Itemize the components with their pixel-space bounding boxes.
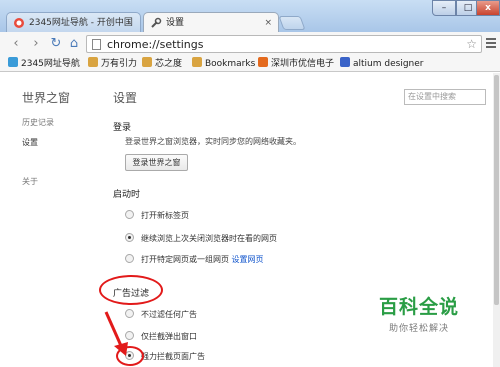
- url-text: chrome://settings: [107, 38, 204, 51]
- radio-button-checked[interactable]: [125, 233, 134, 242]
- toolbar: ‹ › ↻ ⌂ chrome://settings ☆: [0, 32, 500, 56]
- bookmark-item[interactable]: 万有引力: [88, 56, 137, 72]
- home-button[interactable]: ⌂: [66, 36, 82, 52]
- wrench-icon: [151, 17, 162, 28]
- bookmarks-bar: 2345网址导航 万有引力 芯之度 Bookmarks 深圳市优信电子 alti…: [0, 56, 500, 72]
- radio-button[interactable]: [125, 210, 134, 219]
- page-icon: [92, 39, 101, 50]
- sidebar-item-history[interactable]: 历史记录: [22, 117, 54, 128]
- startup-option-specific-pages[interactable]: 打开特定网页或一组网页 设置网页: [125, 254, 264, 266]
- reload-button[interactable]: ↻: [48, 36, 64, 52]
- watermark-main-text: 百科全说: [378, 296, 459, 318]
- startup-option-new-tab[interactable]: 打开新标签页: [125, 210, 189, 222]
- option-label: 仅拦截弹出窗口: [141, 332, 197, 341]
- bookmark-favicon-icon: [8, 57, 18, 67]
- close-window-button[interactable]: x: [476, 0, 500, 16]
- tab-2345-nav[interactable]: 2345网址导航 - 开创中国: [6, 12, 141, 32]
- startup-section-title: 启动时: [113, 190, 141, 200]
- bookmark-item[interactable]: altium designer: [340, 56, 423, 72]
- sidebar-title: 世界之窗: [22, 91, 71, 105]
- adblock-option-popups[interactable]: 仅拦截弹出窗口: [125, 331, 197, 343]
- close-tab-icon[interactable]: ×: [264, 13, 272, 32]
- new-tab-button[interactable]: [278, 16, 306, 30]
- annotation-ring-adblock: [99, 275, 163, 305]
- folder-icon: [142, 57, 152, 67]
- watermark-logo: 百科全说 助你轻松解决: [364, 292, 474, 334]
- annotation-arrow: [104, 311, 128, 356]
- bookmark-label: 芯之度: [155, 59, 183, 69]
- sidebar-item-settings[interactable]: 设置: [22, 137, 38, 148]
- bookmark-label: altium designer: [353, 59, 424, 69]
- bookmark-star-icon[interactable]: ☆: [466, 36, 477, 53]
- title-bar: 2345网址导航 - 开创中国 设置 × – □ x: [0, 0, 500, 32]
- bookmark-item[interactable]: 深圳市优信电子: [258, 56, 334, 72]
- option-label: 不过滤任何广告: [141, 310, 197, 319]
- option-label: 强力拦截页面广告: [141, 352, 205, 361]
- paw-icon: [340, 57, 350, 67]
- search-input[interactable]: 在设置中搜索: [404, 89, 486, 105]
- bookmark-label: 深圳市优信电子: [271, 59, 335, 69]
- option-label: 打开特定网页或一组网页: [141, 255, 229, 264]
- bookmark-label: 2345网址导航: [21, 59, 80, 69]
- scrollbar-thumb[interactable]: [494, 75, 499, 305]
- set-pages-link[interactable]: 设置网页: [232, 255, 264, 264]
- tab-label: 设置: [166, 18, 185, 28]
- folder-icon: [192, 57, 202, 67]
- bookmark-item[interactable]: 芯之度: [142, 56, 182, 72]
- tab-label: 2345网址导航 - 开创中国: [29, 18, 133, 28]
- address-bar[interactable]: chrome://settings ☆: [86, 35, 482, 53]
- adblock-option-none[interactable]: 不过滤任何广告: [125, 309, 197, 321]
- bookmark-label: Bookmarks: [205, 59, 256, 69]
- login-button[interactable]: 登录世界之窗: [125, 154, 188, 171]
- youxin-favicon-icon: [258, 57, 268, 67]
- startup-option-continue[interactable]: 继续浏览上次关闭浏览器时在看的网页: [125, 233, 277, 245]
- bookmark-item[interactable]: 2345网址导航: [8, 56, 80, 72]
- sidebar-item-about[interactable]: 关于: [22, 176, 38, 187]
- watermark-sub-text: 助你轻松解决: [388, 324, 449, 334]
- forward-button[interactable]: ›: [28, 36, 44, 52]
- bookmark-label: 万有引力: [101, 59, 138, 69]
- option-label: 继续浏览上次关闭浏览器时在看的网页: [141, 234, 277, 243]
- option-label: 打开新标签页: [141, 211, 189, 220]
- 2345-logo-icon: [14, 18, 24, 28]
- login-description: 登录世界之窗浏览器，实时同步您的网络收藏夹。: [125, 137, 301, 146]
- menu-icon[interactable]: [486, 38, 496, 50]
- tab-settings[interactable]: 设置 ×: [143, 12, 279, 32]
- page-title: 设置: [113, 91, 138, 105]
- login-section-title: 登录: [113, 123, 132, 133]
- folder-icon: [88, 57, 98, 67]
- bookmark-item[interactable]: Bookmarks: [192, 56, 255, 72]
- radio-button[interactable]: [125, 254, 134, 263]
- sidebar: 世界之窗 历史记录 设置 关于: [0, 73, 104, 367]
- minimize-button[interactable]: –: [432, 0, 456, 16]
- back-button[interactable]: ‹: [8, 36, 24, 52]
